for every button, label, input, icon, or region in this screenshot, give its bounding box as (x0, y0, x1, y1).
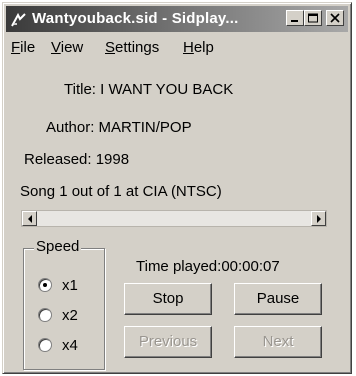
menu-settings[interactable]: Settings (105, 39, 159, 56)
next-button[interactable]: Next (234, 326, 322, 358)
menu-file-mnemonic: F (11, 39, 21, 56)
menu-settings-mnemonic: S (105, 39, 116, 56)
song-title-label: Title: I WANT YOU BACK (64, 81, 234, 98)
song-number-label: Song 1 out of 1 at CIA (NTSC) (20, 183, 222, 200)
slider-left-button[interactable] (22, 211, 37, 226)
speed-radio-x4[interactable] (38, 338, 52, 352)
minimize-icon (291, 20, 298, 22)
slider-right-button[interactable] (311, 211, 326, 226)
window-title: Wantyouback.sid - Sidplay... (32, 10, 239, 27)
speed-option-label: x1 (62, 277, 78, 294)
menu-view-mnemonic: V (51, 39, 61, 56)
sidplay-window: Wantyouback.sid - Sidplay... File View S… (2, 2, 352, 374)
menu-help-label: elp (193, 39, 214, 56)
speed-option-label: x4 (62, 337, 78, 354)
song-author-label: Author: MARTIN/POP (46, 119, 192, 136)
arrow-left-icon (28, 215, 32, 223)
radio-selected-dot (43, 283, 47, 287)
previous-button[interactable]: Previous (124, 326, 212, 358)
menu-settings-label: ettings (115, 39, 160, 56)
minimize-button[interactable] (286, 10, 304, 26)
menu-file[interactable]: File (11, 39, 35, 56)
position-slider[interactable] (21, 210, 327, 227)
song-released-label: Released: 1998 (24, 151, 130, 168)
arrow-right-icon (317, 215, 321, 223)
close-icon (330, 13, 340, 23)
speed-group: Speed x1 x2 x4 (23, 238, 105, 370)
pause-button[interactable]: Pause (234, 283, 322, 315)
speed-option-label: x2 (62, 307, 78, 324)
time-played-label: Time played:00:00:07 (136, 258, 280, 275)
menu-view-label: iew (60, 39, 84, 56)
speed-group-label: Speed (34, 238, 82, 255)
maximize-icon (308, 13, 318, 23)
speed-radio-x1[interactable] (38, 278, 52, 292)
close-button[interactable] (326, 10, 344, 26)
stop-button[interactable]: Stop (124, 283, 212, 315)
title-bar[interactable]: Wantyouback.sid - Sidplay... (6, 6, 348, 32)
menu-help[interactable]: Help (183, 39, 214, 56)
maximize-button[interactable] (304, 10, 322, 26)
menu-file-label: ile (20, 39, 36, 56)
menu-help-mnemonic: H (183, 39, 194, 56)
menu-view[interactable]: View (51, 39, 83, 56)
speed-radio-x2[interactable] (38, 308, 52, 322)
sidplay-app-icon (10, 11, 27, 27)
